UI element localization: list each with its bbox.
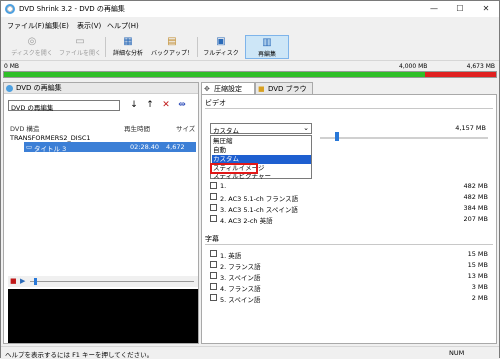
folder-icon: ■: [258, 85, 265, 93]
subtitle-row[interactable]: 2. フランス語 15 MB: [210, 261, 488, 271]
disc-node[interactable]: TRANSFORMERS2_DISC1: [10, 134, 91, 142]
title-bar: DVD Shrink 3.2 - DVD の再編集 — ☐ ✕: [1, 1, 499, 17]
size-bar-over: [425, 72, 496, 77]
tab-compression[interactable]: ✥ 圧縮設定: [201, 82, 255, 94]
title-row[interactable]: ▭ タイトル 3 02:28.40 4,672 MB: [24, 142, 196, 159]
player-controls: ■ ▶: [8, 276, 198, 287]
audio-track-row[interactable]: 4. AC3 2-ch 英語 207 MB: [210, 215, 488, 225]
maximize-button[interactable]: ☐: [447, 1, 473, 17]
seek-thumb[interactable]: [34, 278, 37, 285]
play-icon[interactable]: ▶: [20, 277, 25, 285]
menu-file[interactable]: ファイル(F): [7, 21, 45, 31]
title-time: 02:28.40: [130, 143, 160, 151]
dvd-shrink-logo-icon: [5, 4, 15, 14]
chevron-down-icon: ⌄: [303, 124, 309, 132]
checkbox[interactable]: [210, 204, 217, 211]
window-title: DVD Shrink 3.2 - DVD の再編集: [19, 5, 125, 13]
reauthor-button[interactable]: ▥ 再編集: [245, 35, 289, 59]
dvd-icon: [6, 85, 13, 92]
title-name: タイトル 3: [34, 145, 67, 153]
open-disc-button[interactable]: ◎ ディスクを開く: [9, 35, 55, 59]
menu-edit[interactable]: 編集(E): [45, 21, 69, 31]
reauthor-icon: ▥: [262, 37, 272, 48]
subtitle-row[interactable]: 4. フランス語 3 MB: [210, 283, 488, 293]
open-disc-icon: ◎: [27, 36, 37, 47]
dropdown-option[interactable]: スティルピクチャー: [212, 173, 311, 180]
compression-slider-thumb[interactable]: [335, 132, 339, 141]
status-bar: ヘルプを表示するには F1 キーを押してください。 NUM: [1, 346, 499, 359]
menu-view[interactable]: 表示(V): [77, 21, 101, 31]
toolbar-separator: [105, 37, 106, 57]
dropdown-option[interactable]: 無圧縮: [212, 137, 311, 146]
subtitle-section-title: 字幕: [205, 235, 219, 243]
analyze-button[interactable]: ▦ 詳細な分析: [109, 35, 147, 59]
video-preview: [8, 289, 198, 343]
subtitle-row[interactable]: 1. 英語 15 MB: [210, 250, 488, 260]
reauthor-pane: DVD の再編集 DVD の再編集 ↓ ↑ ✕ ⇹ DVD 構造 再生時間 サイ…: [3, 82, 199, 344]
size-label-mid: 4,000 MB: [399, 63, 428, 70]
backup-icon: ▤: [167, 36, 177, 47]
stop-icon[interactable]: ■: [10, 277, 17, 285]
backup-button[interactable]: ▤ バックアップ！: [151, 35, 193, 59]
audio-track-row[interactable]: 3. AC3 5.1-ch スペイン語 384 MB: [210, 204, 488, 214]
full-disc-button[interactable]: ▣ フルディスク: [201, 35, 241, 59]
seek-track[interactable]: [30, 281, 194, 282]
highlight-box: [210, 163, 258, 174]
video-section-title: ビデオ: [205, 99, 226, 107]
full-disc-icon: ▣: [216, 36, 226, 47]
divider: [205, 108, 493, 109]
compression-slider-track[interactable]: [320, 137, 488, 139]
checkbox[interactable]: [210, 283, 217, 290]
delete-icon[interactable]: ✕: [160, 100, 172, 111]
checkbox[interactable]: [210, 272, 217, 279]
settings-pane: ✥ 圧縮設定 ■ DVD ブラウザ ビデオ カスタム ⌄ 4,157 MB 無圧…: [201, 82, 497, 344]
checkbox[interactable]: [210, 294, 217, 301]
title-icon: ▭: [26, 143, 33, 151]
subtitle-row[interactable]: 3. スペイン語 13 MB: [210, 272, 488, 282]
checkbox[interactable]: [210, 261, 217, 268]
column-time[interactable]: 再生時間: [124, 123, 150, 133]
column-size[interactable]: サイズ: [176, 123, 195, 133]
size-labels: 0 MB 4,000 MB 4,673 MB: [1, 62, 499, 71]
toolbar: ◎ ディスクを開く ▭ ファイルを開く ▦ 詳細な分析 ▤ バックアップ！ ▣ …: [1, 33, 499, 61]
toolbar-separator: [197, 37, 198, 57]
size-label-start: 0 MB: [4, 63, 20, 70]
dvd-name-field[interactable]: DVD の再編集: [8, 100, 120, 112]
checkbox[interactable]: [210, 215, 217, 222]
size-label-end: 4,673 MB: [466, 63, 495, 70]
menu-help[interactable]: ヘルプ(H): [107, 21, 139, 31]
compress-icon: ✥: [204, 85, 210, 93]
app-window: DVD Shrink 3.2 - DVD の再編集 — ☐ ✕ ファイル(F) …: [0, 0, 500, 359]
move-up-icon[interactable]: ↑: [144, 100, 156, 111]
compression-dropdown[interactable]: カスタム ⌄: [210, 123, 312, 135]
split-icon[interactable]: ⇹: [176, 100, 188, 111]
status-num: NUM: [449, 349, 465, 357]
open-files-button[interactable]: ▭ ファイルを開く: [57, 35, 103, 59]
checkbox[interactable]: [210, 250, 217, 257]
divider: [205, 244, 493, 245]
analyze-icon: ▦: [123, 36, 133, 47]
minimize-button[interactable]: —: [421, 1, 447, 17]
menu-bar: ファイル(F) 編集(E) 表示(V) ヘルプ(H): [1, 19, 499, 31]
open-files-icon: ▭: [75, 36, 85, 47]
audio-track-row[interactable]: 2. AC3 5.1-ch フランス語 482 MB: [210, 193, 488, 203]
video-size: 4,157 MB: [455, 124, 486, 132]
compression-panel: ビデオ カスタム ⌄ 4,157 MB 無圧縮 自動 カスタム スティルイメージ…: [201, 94, 497, 344]
close-button[interactable]: ✕: [473, 1, 499, 17]
size-bar: [3, 71, 497, 78]
size-bar-used: [4, 72, 426, 77]
subtitle-row[interactable]: 5. スペイン語 2 MB: [210, 294, 488, 304]
reauthor-pane-header: DVD の再編集: [4, 83, 198, 94]
move-down-icon[interactable]: ↓: [128, 100, 140, 111]
checkbox[interactable]: [210, 182, 217, 189]
audio-track-row[interactable]: 1. 482 MB: [210, 182, 488, 191]
column-structure[interactable]: DVD 構造: [10, 123, 39, 133]
title-size: 4,672 MB: [166, 143, 185, 159]
dropdown-option[interactable]: 自動: [212, 146, 311, 155]
checkbox[interactable]: [210, 193, 217, 200]
tab-dvd-browser[interactable]: ■ DVD ブラウザ: [255, 82, 313, 105]
